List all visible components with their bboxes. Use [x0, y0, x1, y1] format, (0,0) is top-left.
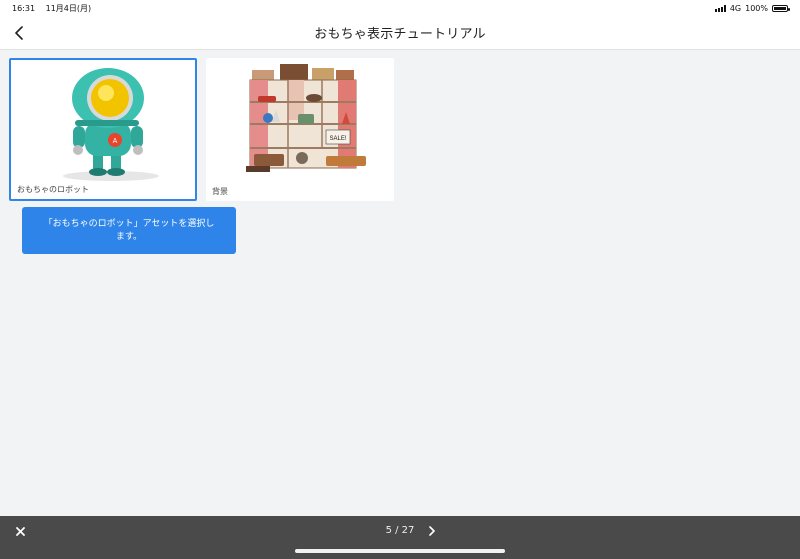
- status-date: 11月4日(月): [45, 3, 92, 13]
- status-left: 16:31 11月4日(月): [12, 3, 99, 14]
- home-indicator[interactable]: [295, 549, 505, 553]
- status-bar: 16:31 11月4日(月) 4G 100%: [0, 0, 800, 16]
- signal-icon: [714, 4, 726, 12]
- asset-card-background[interactable]: SALE! 背景: [206, 58, 394, 201]
- svg-text:A: A: [113, 138, 118, 145]
- chevron-right-icon: [429, 526, 435, 536]
- tutorial-footer: 5 / 27: [0, 516, 800, 559]
- status-right: 4G 100%: [714, 3, 790, 13]
- status-time: 16:31: [12, 3, 36, 13]
- asset-card-label: 背景: [212, 187, 228, 196]
- toy-robot-thumbnail: A: [11, 60, 195, 184]
- page-title: おもちゃ表示チュートリアル: [314, 27, 486, 42]
- back-button[interactable]: [8, 22, 30, 44]
- network-type: 4G: [729, 3, 742, 13]
- toy-shelf-thumbnail: SALE!: [206, 58, 394, 182]
- next-button[interactable]: [424, 523, 440, 539]
- asset-gallery: A おもちゃのロボット SALE! 背景 「おもちゃのロボット」アセットを選択し…: [0, 51, 800, 516]
- chevron-left-icon: [15, 26, 23, 40]
- battery-percent: 100%: [745, 3, 768, 13]
- tooltip-text: 「おもちゃのロボット」アセットを選択します。: [43, 218, 215, 242]
- page-counter: 5 / 27: [385, 525, 415, 536]
- asset-card-label: おもちゃのロボット: [17, 185, 89, 194]
- asset-card-toy-robot[interactable]: A おもちゃのロボット: [9, 58, 197, 201]
- tutorial-tooltip: 「おもちゃのロボット」アセットを選択します。: [22, 207, 236, 254]
- navigation-bar: おもちゃ表示チュートリアル: [0, 16, 800, 50]
- battery-icon: [772, 4, 790, 12]
- svg-text:SALE!: SALE!: [329, 136, 346, 142]
